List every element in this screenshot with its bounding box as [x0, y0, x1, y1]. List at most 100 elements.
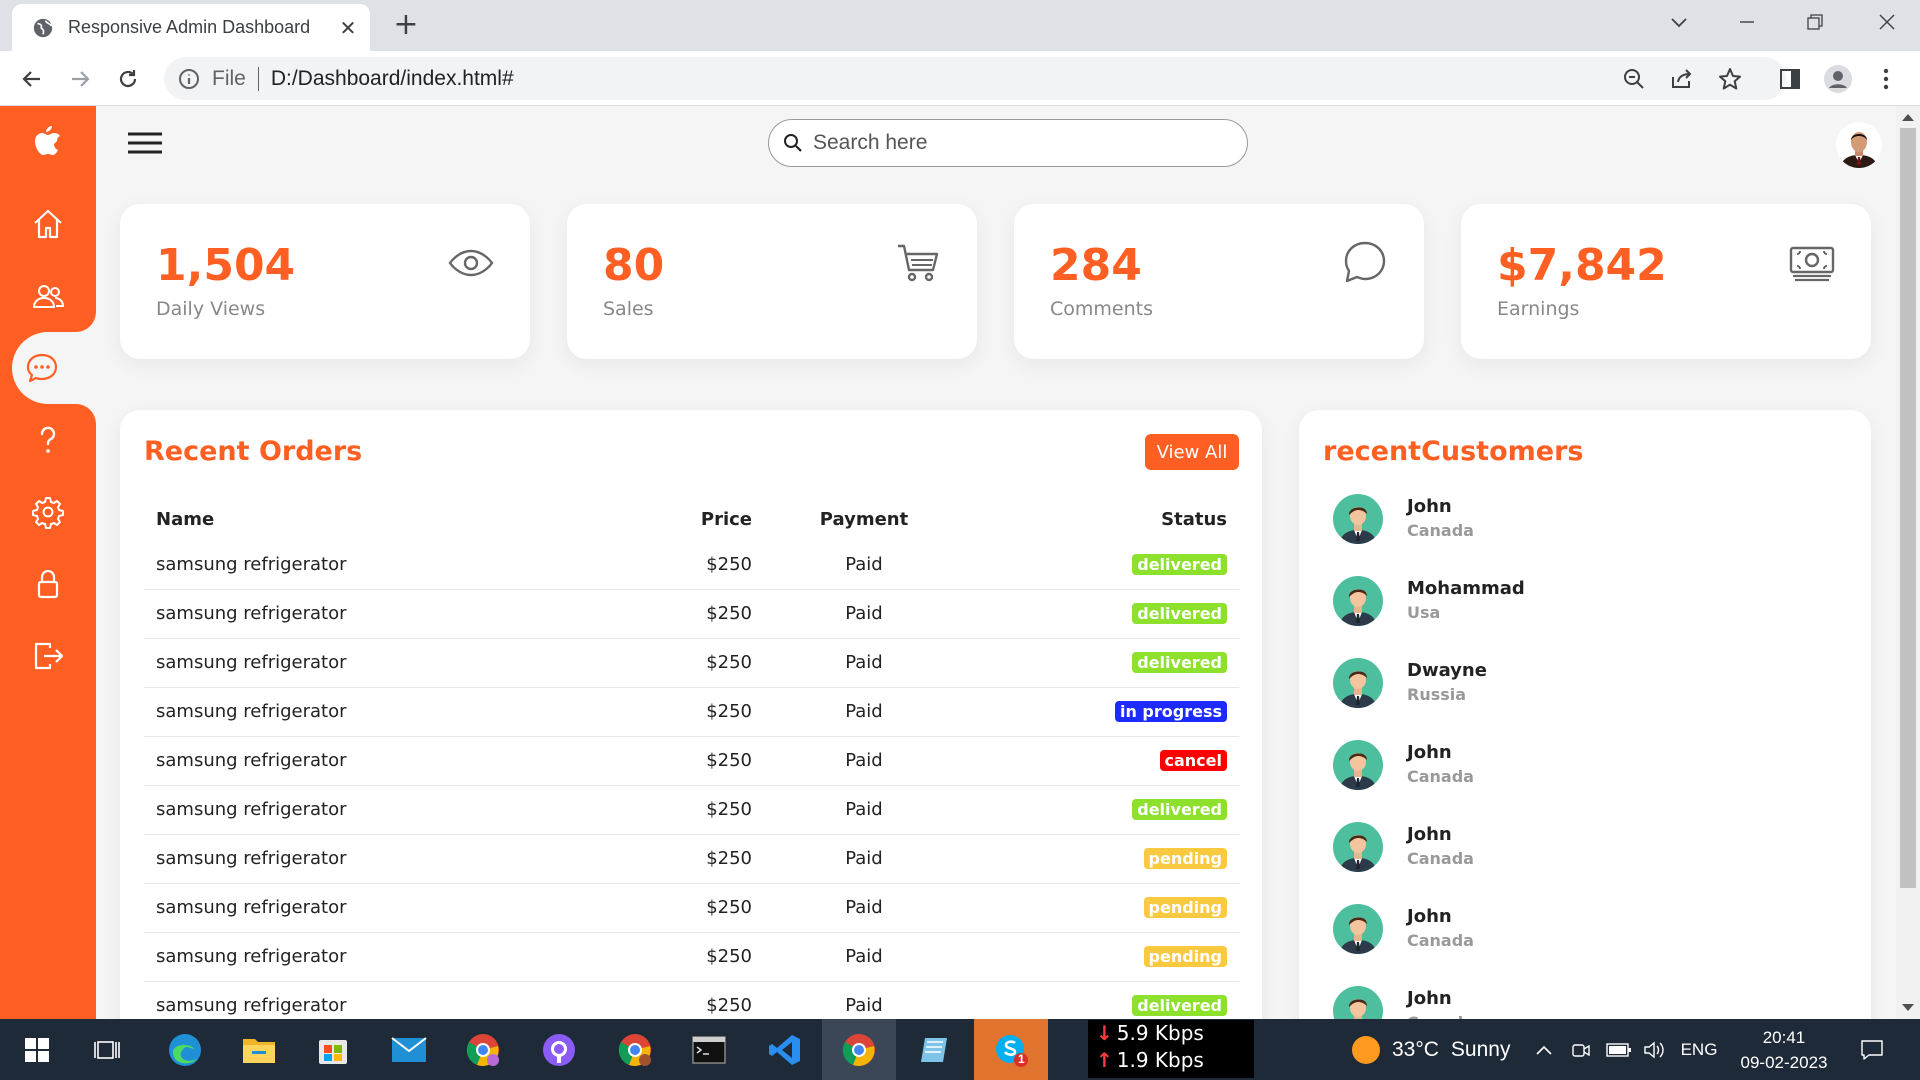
card-sales[interactable]: 80 Sales [567, 204, 977, 359]
restore-icon[interactable] [1790, 0, 1840, 44]
battery-icon[interactable] [1604, 1019, 1634, 1080]
customer-name: John [1407, 496, 1452, 517]
table-row[interactable]: samsung refrigerator $250 Paid delivered [144, 638, 1239, 688]
logout-icon [34, 642, 64, 670]
taskbar-github[interactable] [522, 1019, 596, 1080]
side-panel-icon[interactable] [1770, 59, 1810, 99]
share-icon[interactable] [1662, 59, 1702, 99]
net-down-value: 5.9 Kbps [1116, 1021, 1204, 1045]
new-tab-button[interactable]: + [388, 6, 424, 42]
order-price: $250 [564, 981, 764, 1019]
sidebar-item-help[interactable] [0, 404, 96, 476]
tab-close-icon[interactable]: ✕ [326, 6, 370, 50]
view-all-button[interactable]: View All [1145, 434, 1239, 470]
apple-logo-icon[interactable] [28, 122, 68, 162]
taskbar-vscode[interactable] [748, 1019, 822, 1080]
sidebar-item-signout[interactable] [0, 620, 96, 692]
tab-search-icon[interactable] [1654, 0, 1704, 44]
user-avatar[interactable] [1836, 122, 1882, 168]
taskbar-terminal[interactable] [672, 1019, 746, 1080]
temperature: 33°C [1392, 1038, 1439, 1061]
card-earnings[interactable]: $7,842 Earnings [1461, 204, 1871, 359]
customer-name: Mohammad [1407, 578, 1525, 599]
order-status-cell: delivered [964, 785, 1239, 835]
close-window-icon[interactable] [1862, 0, 1912, 44]
language-indicator[interactable]: ENG [1676, 1019, 1722, 1080]
scroll-up-arrow-icon[interactable] [1902, 114, 1914, 121]
customer-item[interactable]: JohnCanada [1333, 904, 1833, 964]
weather-widget[interactable]: 33°C Sunny [1352, 1036, 1510, 1064]
customer-item[interactable]: JohnCanada [1333, 740, 1833, 800]
customer-item[interactable]: Dwayne Russia [1333, 658, 1833, 718]
page-scrollbar[interactable] [1896, 106, 1920, 1019]
order-name: samsung refrigerator [144, 589, 564, 639]
table-row[interactable]: samsung refrigerator $250 Paid delivered [144, 540, 1239, 590]
order-payment: Paid [764, 981, 964, 1019]
system-clock[interactable]: 20:41 09-02-2023 [1724, 1025, 1844, 1075]
customer-item[interactable]: JohnCanada [1333, 986, 1833, 1019]
taskbar-chrome-profile-2[interactable] [598, 1019, 672, 1080]
bookmark-star-icon[interactable] [1710, 59, 1750, 99]
table-row[interactable]: samsung refrigerator $250 Paid pending [144, 932, 1239, 982]
taskbar-file-explorer[interactable] [222, 1019, 296, 1080]
card-comments[interactable]: 284 Comments [1014, 204, 1424, 359]
order-name: samsung refrigerator [144, 785, 564, 835]
people-icon [32, 285, 65, 308]
edge-icon [169, 1033, 201, 1066]
taskbar-edge[interactable] [148, 1019, 222, 1080]
back-arrow-icon[interactable] [12, 59, 52, 99]
status-badge: in progress [1114, 701, 1227, 722]
reload-icon[interactable] [108, 59, 148, 99]
menu-dots-icon[interactable] [1866, 59, 1906, 99]
tray-overflow-chevron-icon[interactable] [1532, 1019, 1556, 1080]
menu-toggle-icon[interactable] [126, 128, 164, 158]
sidebar-item-home[interactable] [0, 188, 96, 260]
taskbar-chrome-active[interactable] [822, 1019, 896, 1080]
taskbar-notes[interactable] [898, 1019, 972, 1080]
taskbar-skype[interactable]: 1 [974, 1019, 1048, 1080]
notification-center-icon[interactable] [1852, 1019, 1892, 1080]
taskbar-store[interactable] [296, 1019, 370, 1080]
store-icon [319, 1039, 347, 1064]
zoom-icon[interactable] [1614, 59, 1654, 99]
profile-icon[interactable] [1818, 59, 1858, 99]
start-button[interactable] [0, 1019, 74, 1080]
table-row[interactable]: samsung refrigerator $250 Paid cancel [144, 736, 1239, 786]
card-label: Sales [603, 298, 654, 320]
volume-icon[interactable] [1640, 1019, 1670, 1080]
card-daily-views[interactable]: 1,504 Daily Views [120, 204, 530, 359]
recent-customers-panel: recentCustomers John Canada Mohammad Usa Dwa… [1299, 410, 1871, 1019]
sidebar-item-messages[interactable] [12, 332, 96, 404]
info-icon[interactable] [178, 68, 200, 90]
table-row[interactable]: samsung refrigerator $250 Paid pending [144, 834, 1239, 884]
address-bar[interactable]: File D:/Dashboard/index.html# [164, 57, 1786, 100]
browser-tab[interactable]: Responsive Admin Dashboard ✕ [12, 4, 370, 51]
order-status-cell: in progress [964, 687, 1239, 737]
table-row[interactable]: samsung refrigerator $250 Paid pending [144, 883, 1239, 933]
forward-arrow-icon[interactable] [60, 59, 100, 99]
meet-now-icon[interactable] [1568, 1019, 1594, 1080]
customer-name: John [1407, 906, 1452, 927]
table-row[interactable]: samsung refrigerator $250 Paid delivered [144, 785, 1239, 835]
taskbar-chrome-profile[interactable] [446, 1019, 520, 1080]
sidebar-item-password[interactable] [0, 548, 96, 620]
sidebar-item-settings[interactable] [0, 476, 96, 548]
order-price: $250 [564, 785, 764, 835]
customer-item[interactable]: Mohammad Usa [1333, 576, 1833, 636]
table-row[interactable]: samsung refrigerator $250 Paid in progress [144, 687, 1239, 737]
search-input[interactable] [813, 131, 1213, 155]
task-view-button[interactable] [70, 1019, 144, 1080]
taskbar-mail[interactable] [372, 1019, 446, 1080]
scroll-down-arrow-icon[interactable] [1902, 1004, 1914, 1011]
minimize-icon[interactable] [1722, 0, 1772, 44]
customer-country: Russia [1407, 685, 1467, 704]
table-row[interactable]: samsung refrigerator $250 Paid delivered [144, 589, 1239, 639]
table-row[interactable]: samsung refrigerator $250 Paid delivered [144, 981, 1239, 1019]
customer-item[interactable]: JohnCanada [1333, 494, 1833, 554]
scrollbar-thumb[interactable] [1900, 128, 1916, 888]
search-box[interactable] [768, 119, 1248, 167]
url-text[interactable]: D:/Dashboard/index.html# [271, 67, 514, 91]
customer-item[interactable]: JohnCanada [1333, 822, 1833, 882]
customer-name: John [1407, 988, 1452, 1009]
chrome-icon [466, 1033, 499, 1066]
